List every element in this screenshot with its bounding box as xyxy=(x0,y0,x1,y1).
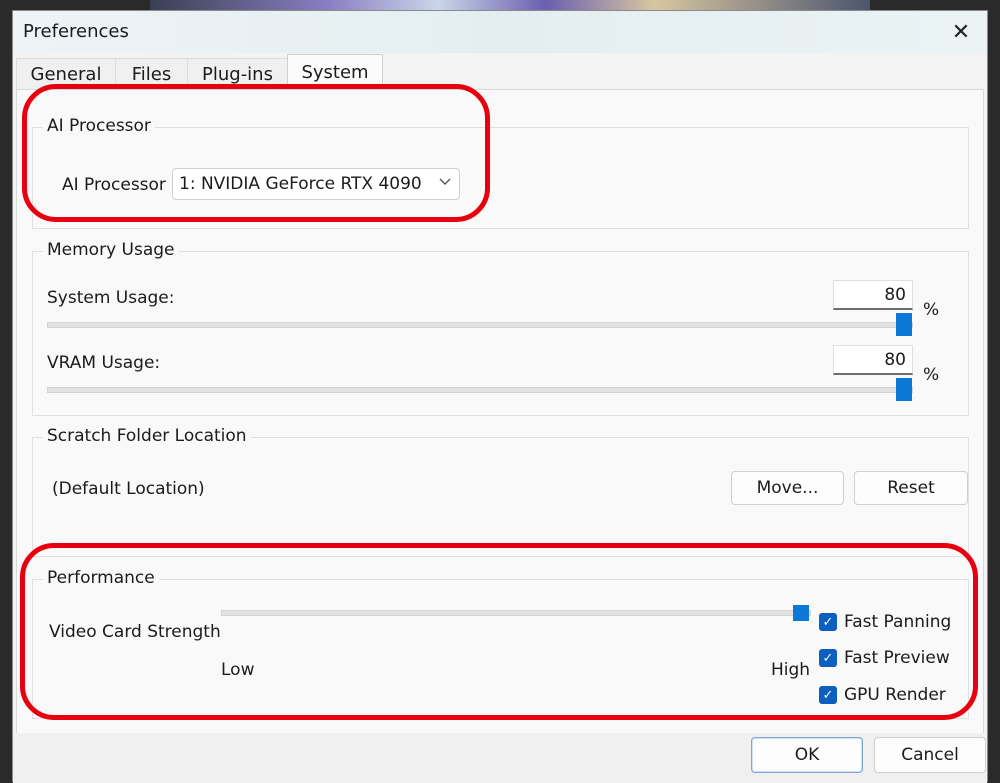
strength-low-label: Low xyxy=(221,660,255,680)
system-usage-unit: % xyxy=(923,300,940,320)
vram-usage-slider-thumb[interactable] xyxy=(896,378,912,401)
memory-usage-group: Memory Usage System Usage: 80 % VRAM Usa… xyxy=(32,240,969,416)
ai-processor-group-label: AI Processor xyxy=(43,116,155,136)
vram-usage-slider-track[interactable] xyxy=(47,387,913,393)
close-icon: ✕ xyxy=(951,19,971,45)
system-usage-input[interactable]: 80 xyxy=(833,280,913,310)
preferences-dialog: Preferences ✕ General Files Plug-ins Sys… xyxy=(12,10,988,783)
move-button[interactable]: Move... xyxy=(731,471,844,505)
chevron-down-icon xyxy=(439,175,451,189)
scratch-folder-group-label: Scratch Folder Location xyxy=(43,426,251,446)
fast-panning-checkbox[interactable]: ✓ xyxy=(819,613,837,631)
video-card-strength-label: Video Card Strength xyxy=(49,622,221,642)
video-card-strength-slider-track[interactable] xyxy=(221,610,811,616)
fast-preview-checkbox[interactable]: ✓ xyxy=(819,649,837,667)
performance-group-label: Performance xyxy=(43,568,159,588)
ai-processor-label: AI Processor xyxy=(62,175,166,195)
cancel-button[interactable]: Cancel xyxy=(874,737,986,773)
checkmark-icon: ✓ xyxy=(822,687,834,703)
video-card-strength-slider-thumb[interactable] xyxy=(793,605,809,621)
ai-processor-group: AI Processor AI Processor 1: NVIDIA GeFo… xyxy=(32,116,969,229)
ai-processor-select[interactable]: 1: NVIDIA GeForce RTX 4090 xyxy=(172,168,460,200)
dialog-footer: OK Cancel xyxy=(13,733,987,783)
fast-panning-label: Fast Panning xyxy=(844,612,952,632)
checkmark-icon: ✓ xyxy=(822,614,834,630)
memory-usage-group-label: Memory Usage xyxy=(43,240,179,260)
tab-plug-ins[interactable]: Plug-ins xyxy=(187,58,288,89)
gpu-render-label: GPU Render xyxy=(844,685,946,705)
vram-usage-input[interactable]: 80 xyxy=(833,345,913,375)
checkmark-icon: ✓ xyxy=(822,650,834,666)
system-usage-label: System Usage: xyxy=(47,288,175,308)
system-usage-slider-thumb[interactable] xyxy=(896,313,912,336)
ai-processor-selected-value: 1: NVIDIA GeForce RTX 4090 xyxy=(179,174,422,194)
close-button[interactable]: ✕ xyxy=(945,17,977,47)
strength-high-label: High xyxy=(771,660,811,680)
gpu-render-checkbox[interactable]: ✓ xyxy=(819,686,837,704)
performance-group: Performance Video Card Strength Low High… xyxy=(32,568,969,719)
system-tab-panel: AI Processor AI Processor 1: NVIDIA GeFo… xyxy=(16,89,984,734)
tab-files[interactable]: Files xyxy=(115,58,188,89)
ok-button[interactable]: OK xyxy=(751,737,863,773)
scratch-folder-group: Scratch Folder Location (Default Locatio… xyxy=(32,426,969,557)
window-title: Preferences xyxy=(23,21,129,42)
scratch-folder-location: (Default Location) xyxy=(52,479,205,499)
reset-button[interactable]: Reset xyxy=(854,471,968,505)
tab-system[interactable]: System xyxy=(287,54,383,90)
fast-preview-label: Fast Preview xyxy=(844,648,950,668)
title-bar: Preferences ✕ xyxy=(13,11,987,53)
tab-general[interactable]: General xyxy=(16,58,116,89)
vram-usage-label: VRAM Usage: xyxy=(47,353,161,373)
system-usage-slider-track[interactable] xyxy=(47,322,913,328)
vram-usage-unit: % xyxy=(923,365,940,385)
